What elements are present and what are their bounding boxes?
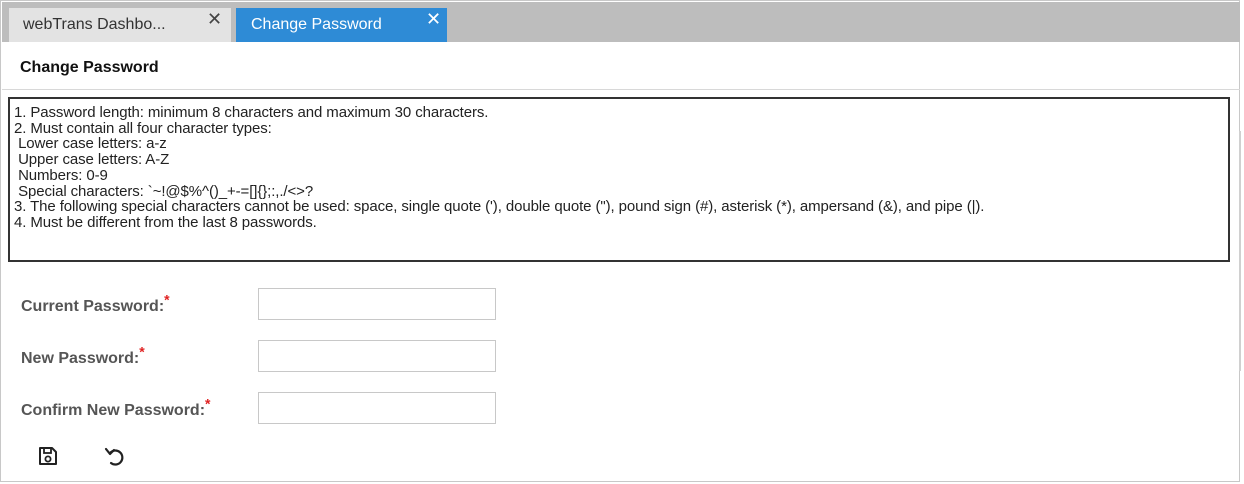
password-rules-box: 1. Password length: minimum 8 characters… [8,97,1230,262]
rule-line: Special characters: `~!@$%^()_+-=[]{};:,… [14,182,314,200]
tab-label: Change Password [251,16,382,33]
close-icon[interactable]: ✕ [426,10,441,28]
required-marker: * [139,343,145,360]
tab-bar: webTrans Dashbo... ✕ Change Password ✕ [2,2,1240,42]
rule-line: 2. Must contain all four character types… [14,119,272,137]
rule-line: Upper case letters: A-Z [14,151,170,169]
close-icon[interactable]: ✕ [207,10,222,28]
required-marker: * [164,291,170,308]
page-header: Change Password [2,44,1240,90]
tab-change-password[interactable]: Change Password ✕ [236,8,447,42]
rule-line: 1. Password length: minimum 8 characters… [14,104,489,121]
tab-label: webTrans Dashbo... [23,16,166,33]
tab-webtrans-dashboard[interactable]: webTrans Dashbo... ✕ [9,8,231,42]
current-password-label: Current Password:* [21,291,170,315]
confirm-password-label: Confirm New Password:* [21,395,211,419]
confirm-password-input[interactable] [258,392,496,424]
undo-icon [104,447,124,466]
save-button[interactable] [37,445,63,473]
rule-line: 3. The following special characters cann… [14,198,985,216]
reset-button[interactable] [103,445,129,473]
new-password-input[interactable] [258,340,496,372]
rule-line: Numbers: 0-9 [14,166,108,184]
required-marker: * [205,395,211,412]
current-password-input[interactable] [258,288,496,320]
window-frame: webTrans Dashbo... ✕ Change Password ✕ C… [0,0,1241,482]
page-title: Change Password [20,59,159,76]
rule-line: 4. Must be different from the last 8 pas… [14,213,317,231]
scrollbar[interactable] [1239,131,1241,371]
save-icon [39,447,57,465]
rule-line: Lower case letters: a-z [14,135,167,153]
new-password-label: New Password:* [21,343,145,367]
